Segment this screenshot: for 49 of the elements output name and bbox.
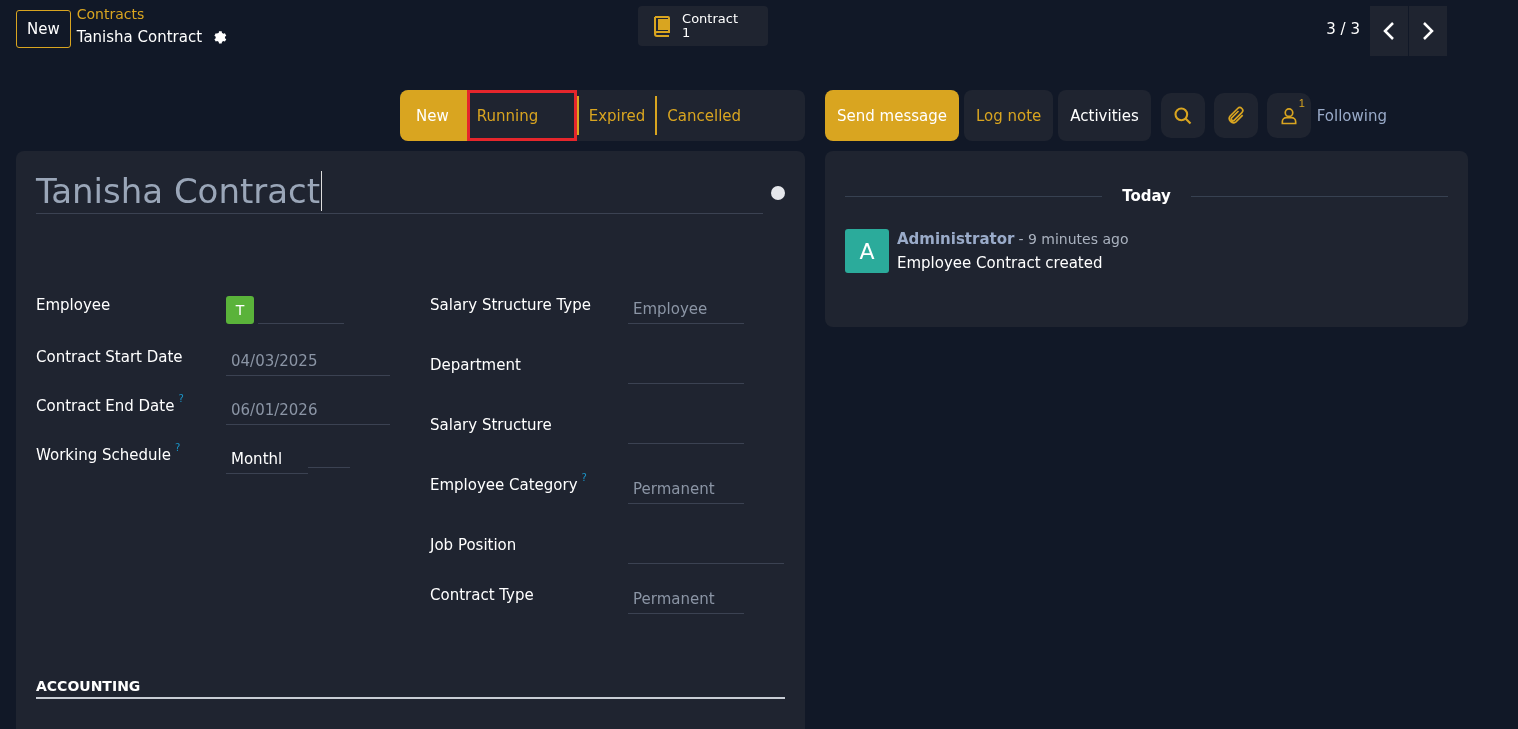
input-field[interactable]: Permanent [628,474,744,504]
field-label: Salary Structure Type [430,296,591,314]
next-button[interactable] [1409,6,1447,56]
field-label: Department [430,356,521,374]
status-stage[interactable]: Expired [576,96,656,135]
field-label: Working Schedule [36,446,171,464]
help-mark: ? [581,472,587,483]
settings-icon[interactable] [212,29,229,45]
input-field[interactable]: Employee [628,294,744,324]
section-heading: ACCOUNTING [36,678,785,699]
search-button[interactable] [1160,93,1205,138]
status-stage[interactable]: Cancelled [655,96,752,135]
help-mark: ? [174,442,181,453]
employee-avatar: T [226,296,254,324]
previous-button[interactable] [1370,6,1408,56]
chatter-button[interactable]: Log note [963,90,1054,141]
field-label: Employee Category [430,476,578,494]
field-label: Job Position [430,536,517,554]
date-separator: Today [1122,187,1171,205]
status-dot [771,185,785,200]
field-label: Contract Type [430,586,534,604]
record-title: Tanisha Contract [76,28,203,46]
status-stage[interactable]: Running [464,90,577,141]
field-label: Salary Structure [430,416,552,434]
name-field[interactable]: Tanisha Contract [36,171,763,214]
message-text: Employee Contract created [897,254,1104,272]
author-name[interactable]: Administrator [897,230,1015,248]
field-label: Contract Start Date [36,348,183,366]
new-button[interactable]: New [16,10,71,48]
chevron-right-icon [1421,21,1435,41]
message-time: - 9 minutes ago [1018,231,1129,247]
search-icon [1172,105,1193,126]
follow-link[interactable]: Following [1316,106,1387,125]
author-avatar: A [845,229,889,273]
pager-text: 3 / 3 [1326,20,1360,38]
paperclip-icon [1225,105,1246,126]
field-label: Contract End Date [36,397,175,415]
input-field[interactable]: 04/03/2025 [226,346,390,376]
chevron-left-icon [1382,21,1396,41]
input-field[interactable]: Permanent [628,584,744,614]
input-field[interactable]: 06/01/2026 [226,395,390,425]
field-label: Employee [36,296,111,314]
help-mark: ? [178,393,184,404]
contract-smart-button[interactable]: Contract 1 [638,6,769,46]
attachment-button[interactable] [1213,93,1258,138]
breadcrumb-link[interactable]: Contracts [76,6,229,22]
input-field[interactable]: Monthl [226,444,308,474]
followers-button[interactable]: 1 [1266,93,1311,138]
chatter-button[interactable]: Activities [1058,90,1151,141]
